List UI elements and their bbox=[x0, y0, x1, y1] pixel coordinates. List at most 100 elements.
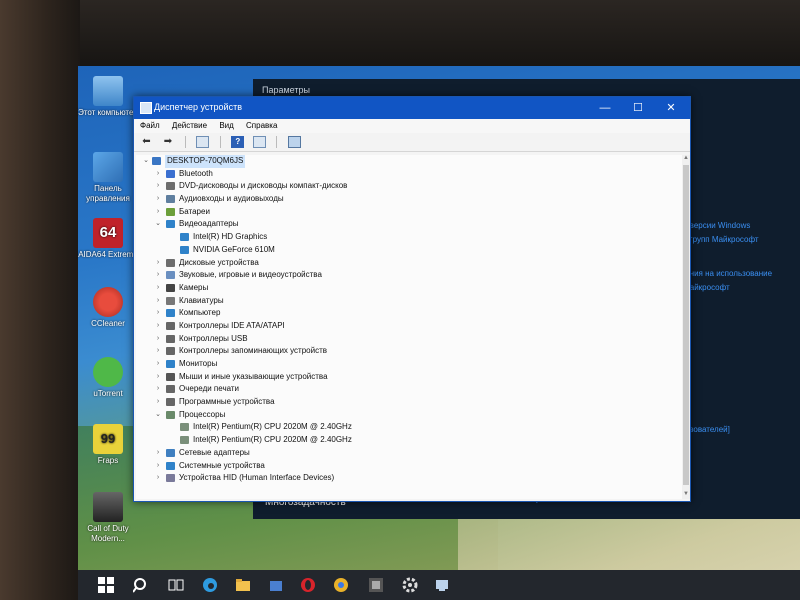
scrollbar-thumb[interactable] bbox=[683, 165, 689, 485]
chevron-right-icon[interactable]: › bbox=[154, 269, 162, 282]
menu-view[interactable]: Вид bbox=[219, 119, 233, 133]
desktop-icon-label: AIDA64 Extreme bbox=[78, 250, 138, 259]
opera-browser-icon[interactable] bbox=[300, 577, 316, 593]
ccleaner-icon bbox=[93, 287, 123, 317]
desktop-icon-label: Fraps bbox=[97, 456, 119, 465]
settings-gear-icon[interactable] bbox=[402, 577, 418, 593]
chevron-right-icon[interactable]: › bbox=[154, 358, 162, 371]
chevron-right-icon[interactable]: › bbox=[154, 193, 162, 206]
tree-category[interactable]: › Сетевые адаптеры bbox=[136, 447, 682, 460]
tree-category[interactable]: › Звуковые, игровые и видеоустройства bbox=[136, 269, 682, 282]
processor-icon bbox=[180, 436, 189, 445]
chevron-right-icon[interactable]: › bbox=[154, 180, 162, 193]
help-icon[interactable]: ? bbox=[231, 136, 245, 148]
chevron-right-icon[interactable]: › bbox=[154, 333, 162, 346]
tree-category[interactable]: › Компьютер bbox=[136, 307, 682, 320]
desktop-icon-this-pc[interactable]: Этот компьютер bbox=[78, 76, 138, 118]
store-icon[interactable] bbox=[268, 577, 284, 593]
tree-category[interactable]: › Системные устройства bbox=[136, 460, 682, 473]
tree-category[interactable]: › Камеры bbox=[136, 282, 682, 295]
tree-device[interactable]: Intel(R) Pentium(R) CPU 2020M @ 2.40GHz bbox=[136, 434, 682, 447]
scroll-up-arrow-icon[interactable]: ▲ bbox=[682, 155, 690, 163]
chevron-right-icon[interactable]: › bbox=[154, 257, 162, 270]
tree-category[interactable]: › Контроллеры IDE ATA/ATAPI bbox=[136, 320, 682, 333]
chevron-right-icon[interactable]: › bbox=[154, 472, 162, 485]
menu-help[interactable]: Справка bbox=[246, 119, 277, 133]
edge-browser-icon[interactable] bbox=[202, 577, 218, 593]
settings-link[interactable]: ...ния на использование bbox=[683, 267, 772, 281]
tree-item-label: Intel(R) Pentium(R) CPU 2020M @ 2.40GHz bbox=[193, 422, 352, 432]
desktop-icon-control-panel[interactable]: Панель управления bbox=[78, 152, 138, 204]
device-manager-titlebar[interactable]: Диспетчер устройств — ☐ ✕ bbox=[134, 97, 690, 119]
desktop-icon-call-of-duty[interactable]: Call of Duty Modern... bbox=[78, 492, 138, 544]
tree-category[interactable]: ⌄ Видеоадаптеры bbox=[136, 218, 682, 231]
chrome-browser-icon[interactable] bbox=[333, 577, 349, 593]
windows-start-icon[interactable] bbox=[98, 577, 114, 593]
settings-link[interactable]: Майкрософт bbox=[683, 281, 772, 295]
back-arrow-icon[interactable]: ⬅ bbox=[140, 136, 153, 148]
forward-arrow-icon[interactable]: ➡ bbox=[161, 136, 174, 148]
chevron-down-icon[interactable]: ⌄ bbox=[142, 155, 150, 168]
tree-category[interactable]: › Контроллеры USB bbox=[136, 333, 682, 346]
scan-hardware-icon[interactable] bbox=[287, 136, 301, 148]
chevron-right-icon[interactable]: › bbox=[154, 396, 162, 409]
tree-category[interactable]: › Аудиовходы и аудиовыходы bbox=[136, 193, 682, 206]
update-driver-icon[interactable] bbox=[252, 136, 266, 148]
chevron-right-icon[interactable]: › bbox=[154, 383, 162, 396]
vertical-scrollbar[interactable]: ▲ ▼ bbox=[682, 155, 690, 499]
device-manager-taskbar-icon[interactable] bbox=[434, 577, 450, 593]
chevron-right-icon[interactable]: › bbox=[154, 345, 162, 358]
tree-category[interactable]: › Устройства HID (Human Interface Devices… bbox=[136, 472, 682, 485]
tree-category[interactable]: › Контроллеры запоминающих устройств bbox=[136, 345, 682, 358]
tree-device[interactable]: Intel(R) HD Graphics bbox=[136, 231, 682, 244]
tree-category[interactable]: › Мыши и иные указывающие устройства bbox=[136, 371, 682, 384]
chevron-down-icon[interactable]: ⌄ bbox=[154, 409, 162, 422]
window-title: Диспетчер устройств bbox=[154, 102, 242, 112]
close-button[interactable]: ✕ bbox=[656, 99, 686, 117]
file-explorer-icon[interactable] bbox=[235, 577, 251, 593]
chevron-right-icon[interactable]: › bbox=[154, 168, 162, 181]
desktop-icon-label: Этот компьютер bbox=[78, 108, 138, 117]
scroll-down-arrow-icon[interactable]: ▼ bbox=[682, 491, 690, 499]
chevron-right-icon[interactable]: › bbox=[154, 295, 162, 308]
tree-category[interactable]: › Батареи bbox=[136, 206, 682, 219]
menu-action[interactable]: Действие bbox=[172, 119, 207, 133]
chevron-right-icon[interactable]: › bbox=[154, 371, 162, 384]
tree-device[interactable]: Intel(R) Pentium(R) CPU 2020M @ 2.40GHz bbox=[136, 421, 682, 434]
tree-category[interactable]: › Bluetooth bbox=[136, 168, 682, 181]
chevron-down-icon[interactable]: ⌄ bbox=[154, 218, 162, 231]
desktop-icon-fraps[interactable]: 99 Fraps bbox=[78, 424, 138, 466]
tree-category[interactable]: › DVD-дисководы и дисководы компакт-диско… bbox=[136, 180, 682, 193]
settings-link[interactable]: ...групп Майкрософт bbox=[683, 233, 772, 247]
minimize-button[interactable]: — bbox=[590, 99, 620, 117]
maximize-button[interactable]: ☐ bbox=[623, 99, 653, 117]
desktop-icon-aida64[interactable]: 64 AIDA64 Extreme bbox=[78, 218, 138, 260]
properties-icon[interactable] bbox=[196, 136, 210, 148]
chevron-right-icon[interactable]: › bbox=[154, 320, 162, 333]
tree-item-label: Контроллеры USB bbox=[179, 333, 248, 343]
task-view-icon[interactable] bbox=[168, 577, 184, 593]
tree-category[interactable]: › Мониторы bbox=[136, 358, 682, 371]
taskbar bbox=[78, 570, 800, 600]
desktop-icon-ccleaner[interactable]: CCleaner bbox=[78, 287, 138, 329]
tree-category[interactable]: › Дисковые устройства bbox=[136, 257, 682, 270]
tree-category[interactable]: › Программные устройства bbox=[136, 396, 682, 409]
tree-category[interactable]: › Клавиатуры bbox=[136, 295, 682, 308]
tree-item-label: Дисковые устройства bbox=[179, 257, 259, 267]
chevron-right-icon[interactable]: › bbox=[154, 447, 162, 460]
menu-file[interactable]: Файл bbox=[140, 119, 160, 133]
search-icon[interactable] bbox=[132, 577, 149, 593]
settings-link[interactable]: ...версии Windows bbox=[683, 219, 772, 233]
game-taskbar-icon[interactable] bbox=[368, 577, 384, 593]
tree-root-computer[interactable]: ⌄ DESKTOP-70QM6JS bbox=[136, 155, 682, 168]
chevron-right-icon[interactable]: › bbox=[154, 460, 162, 473]
chevron-right-icon[interactable]: › bbox=[154, 206, 162, 219]
tree-category[interactable]: ⌄ Процессоры bbox=[136, 409, 682, 422]
device-category-icon bbox=[166, 283, 175, 292]
chevron-right-icon[interactable]: › bbox=[154, 282, 162, 295]
tree-category[interactable]: › Очереди печати bbox=[136, 383, 682, 396]
tree-device[interactable]: NVIDIA GeForce 610M bbox=[136, 244, 682, 257]
desktop-icon-utorrent[interactable]: uTorrent bbox=[78, 357, 138, 399]
chevron-right-icon[interactable]: › bbox=[154, 307, 162, 320]
game-icon bbox=[93, 492, 123, 522]
